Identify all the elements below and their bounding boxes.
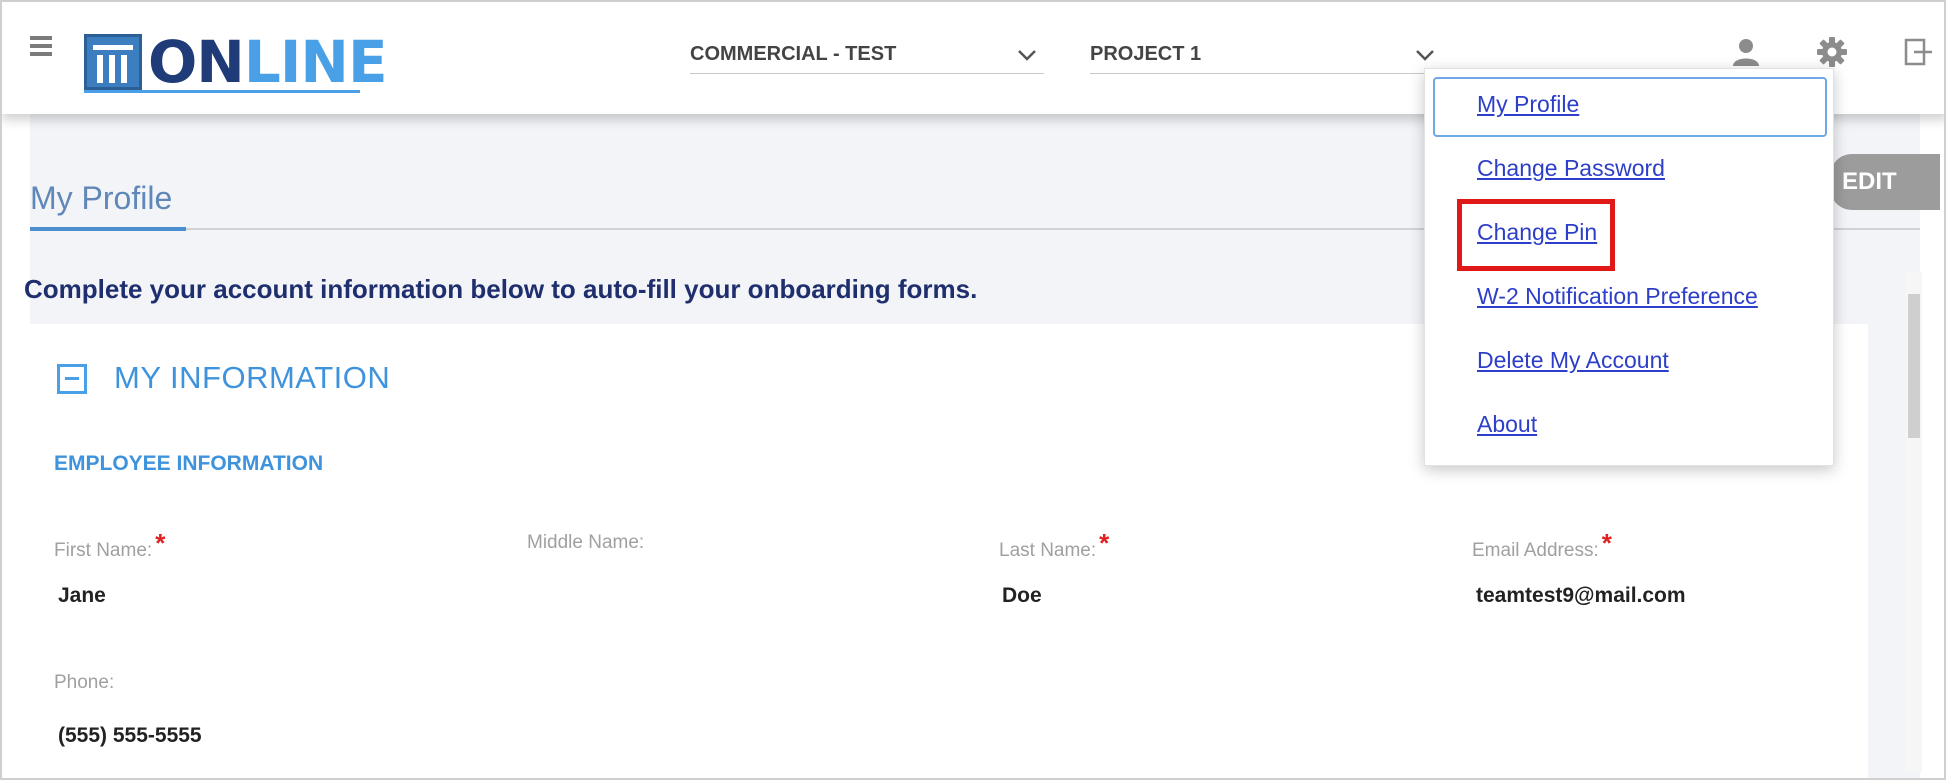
scrollbar-thumb[interactable] bbox=[1908, 294, 1920, 438]
phone-label: Phone: bbox=[54, 672, 115, 693]
menu-item-w2-notification-preference[interactable]: W-2 Notification Preference bbox=[1477, 283, 1758, 310]
active-tab-indicator bbox=[30, 227, 186, 231]
logo-mark-icon bbox=[84, 34, 142, 90]
menu-item-change-pin[interactable]: Change Pin bbox=[1477, 219, 1597, 246]
menu-item-change-password[interactable]: Change Password bbox=[1477, 155, 1665, 182]
project-selector[interactable]: PROJECT 1 bbox=[1090, 38, 1442, 74]
required-asterisk: * bbox=[1099, 528, 1110, 558]
logout-icon[interactable] bbox=[1902, 36, 1934, 68]
first-name-value: Jane bbox=[58, 584, 106, 607]
first-name-label: First Name: * bbox=[54, 528, 166, 561]
collapse-minus-icon[interactable] bbox=[57, 364, 87, 394]
phone-value: (555) 555-5555 bbox=[58, 724, 202, 747]
company-selector-value: COMMERCIAL - TEST bbox=[690, 43, 897, 65]
menu-item-delete-my-account[interactable]: Delete My Account bbox=[1477, 347, 1669, 374]
logo-wordmark: ONLINE bbox=[148, 28, 388, 96]
last-name-value: Doe bbox=[1002, 584, 1042, 607]
required-asterisk: * bbox=[155, 528, 166, 558]
logo-underline bbox=[84, 90, 360, 93]
intro-text: Complete your account information below … bbox=[24, 274, 978, 304]
section-title: MY INFORMATION bbox=[114, 360, 391, 395]
email-address-label: Email Address: * bbox=[1472, 528, 1612, 561]
user-icon[interactable] bbox=[1730, 36, 1762, 68]
app-window: ONLINE COMMERCIAL - TEST PROJECT 1 My Pr… bbox=[0, 0, 1946, 780]
required-asterisk: * bbox=[1601, 528, 1612, 558]
project-selector-value: PROJECT 1 bbox=[1090, 43, 1202, 65]
menu-item-my-profile[interactable]: My Profile bbox=[1477, 91, 1579, 118]
edit-button[interactable]: EDIT bbox=[1830, 154, 1940, 210]
last-name-label: Last Name: * bbox=[999, 528, 1110, 561]
chevron-down-icon bbox=[1416, 50, 1434, 61]
menu-item-about[interactable]: About bbox=[1477, 411, 1537, 438]
tab-my-profile[interactable]: My Profile bbox=[30, 180, 172, 217]
middle-name-label: Middle Name: bbox=[527, 532, 645, 553]
hamburger-menu-icon[interactable] bbox=[30, 36, 52, 58]
email-address-value: teamtest9@mail.com bbox=[1476, 584, 1686, 607]
brand-logo[interactable]: ONLINE bbox=[84, 28, 388, 96]
chevron-down-icon bbox=[1018, 50, 1036, 61]
company-selector[interactable]: COMMERCIAL - TEST bbox=[690, 38, 1044, 74]
gear-icon[interactable] bbox=[1816, 36, 1848, 68]
subsection-title: EMPLOYEE INFORMATION bbox=[54, 452, 324, 475]
profile-dropdown-menu: My Profile Change Password Change Pin W-… bbox=[1424, 68, 1834, 466]
